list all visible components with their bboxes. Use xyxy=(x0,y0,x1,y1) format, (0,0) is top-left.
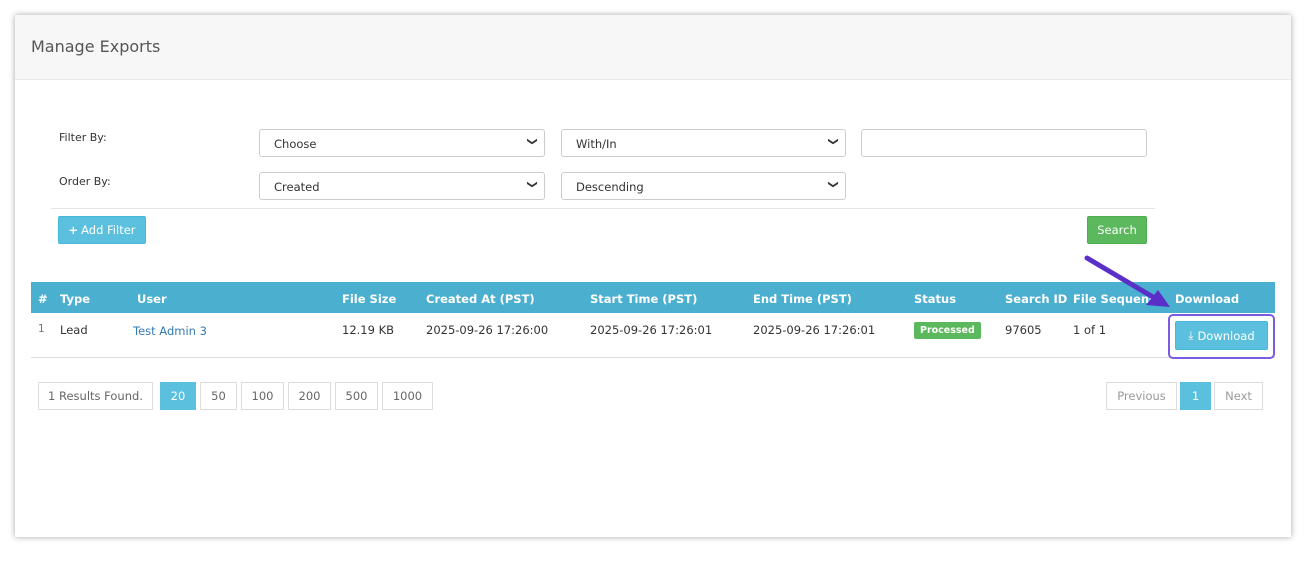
previous-button[interactable]: Previous xyxy=(1106,382,1177,410)
filter-value-input[interactable] xyxy=(861,129,1147,157)
col-download: Download xyxy=(1175,292,1240,306)
col-start: Start Time (PST) xyxy=(590,292,698,306)
row-file-size: 12.19 KB xyxy=(342,323,395,337)
col-search-id: Search ID xyxy=(1005,292,1068,306)
col-num: # xyxy=(38,292,48,306)
add-filter-button[interactable]: + Add Filter xyxy=(58,216,146,244)
row-sequence: 1 of 1 xyxy=(1073,323,1107,337)
page-size-50[interactable]: 50 xyxy=(200,382,237,410)
col-end: End Time (PST) xyxy=(753,292,852,306)
page-title: Manage Exports xyxy=(15,15,1291,80)
chevron-down-icon: ❯ xyxy=(526,180,538,189)
row-end: 2025-09-26 17:26:01 xyxy=(753,323,876,337)
col-status: Status xyxy=(914,292,957,306)
order-field-value: Created xyxy=(274,180,320,194)
row-search-id: 97605 xyxy=(1005,323,1042,337)
table-row: 1 Lead Test Admin 3 12.19 KB 2025-09-26 … xyxy=(31,313,1275,358)
order-by-label: Order By: xyxy=(59,175,111,188)
page-1-button[interactable]: 1 xyxy=(1180,382,1211,410)
add-filter-label: Add Filter xyxy=(81,223,136,237)
user-link[interactable]: Test Admin 3 xyxy=(133,324,207,338)
filter-operator-value: With/In xyxy=(576,137,617,151)
row-type: Lead xyxy=(60,323,88,337)
chevron-down-icon: ❯ xyxy=(827,137,839,146)
order-direction-select[interactable]: Descending ❯ xyxy=(561,172,846,200)
chevron-down-icon: ❯ xyxy=(827,180,839,189)
page-size-100[interactable]: 100 xyxy=(241,382,284,410)
download-button[interactable]: ⤓ Download xyxy=(1175,321,1268,350)
arrow-annotation xyxy=(1084,255,1170,307)
page-size-500[interactable]: 500 xyxy=(335,382,378,410)
filter-operator-select[interactable]: With/In ❯ xyxy=(561,129,846,157)
col-type: Type xyxy=(60,292,91,306)
results-count: 1 Results Found. xyxy=(38,382,153,410)
col-file-size: File Size xyxy=(342,292,397,306)
col-created: Created At (PST) xyxy=(426,292,535,306)
status-badge: Processed xyxy=(914,322,981,339)
page-size-1000[interactable]: 1000 xyxy=(382,382,433,410)
page-size-20[interactable]: 20 xyxy=(160,382,196,410)
row-num: 1 xyxy=(38,323,45,335)
order-direction-value: Descending xyxy=(576,180,644,194)
divider xyxy=(51,208,1155,209)
download-icon: ⤓ xyxy=(1188,328,1194,342)
page-size-200[interactable]: 200 xyxy=(288,382,331,410)
plus-icon: + xyxy=(68,223,79,237)
next-button[interactable]: Next xyxy=(1214,382,1263,410)
row-created: 2025-09-26 17:26:00 xyxy=(426,323,549,337)
order-field-select[interactable]: Created ❯ xyxy=(259,172,545,200)
filter-field-value: Choose xyxy=(274,137,317,151)
download-label: Download xyxy=(1197,328,1255,343)
row-start: 2025-09-26 17:26:01 xyxy=(590,323,713,337)
chevron-down-icon: ❯ xyxy=(526,137,538,146)
filter-by-label: Filter By: xyxy=(59,131,107,144)
col-user: User xyxy=(137,292,167,306)
filter-field-select[interactable]: Choose ❯ xyxy=(259,129,545,157)
search-button[interactable]: Search xyxy=(1087,216,1147,244)
